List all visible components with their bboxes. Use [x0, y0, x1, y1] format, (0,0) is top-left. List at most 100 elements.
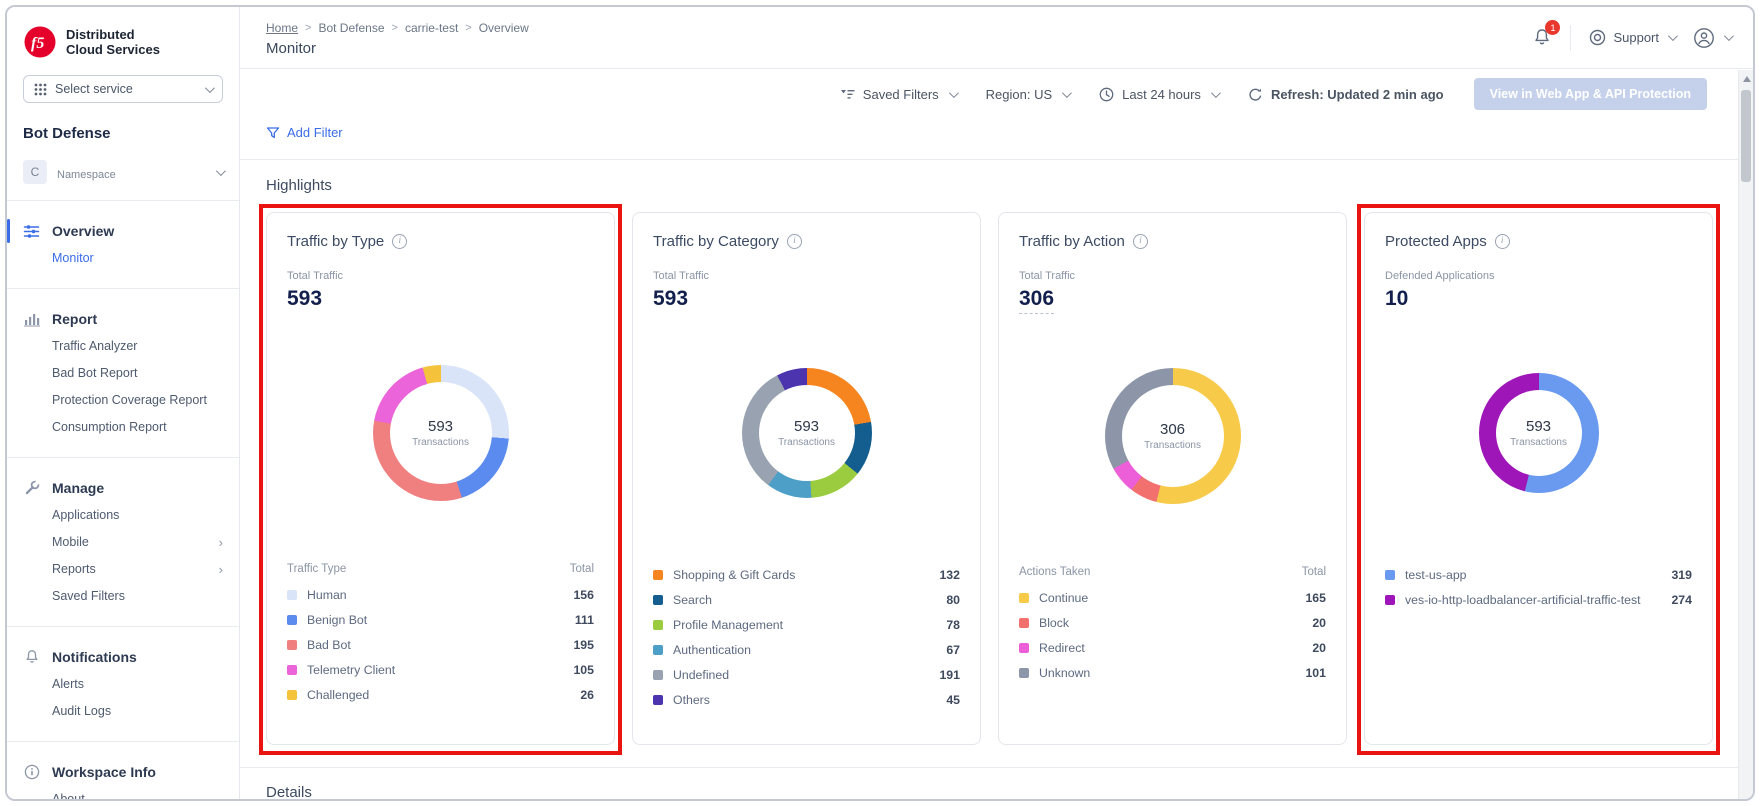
- sidebar-section-label: Manage: [52, 480, 104, 496]
- app-window: f5 Distributed Cloud Services Select ser…: [5, 5, 1755, 801]
- sidebar-section-label: Report: [52, 311, 97, 327]
- highlights-cards: Traffic by TypeiTotal Traffic593593Trans…: [240, 206, 1753, 745]
- legend-row-test-us-app[interactable]: test-us-app319: [1385, 563, 1692, 588]
- region-dropdown[interactable]: Region: US: [986, 87, 1069, 102]
- card-traffic-by-type: Traffic by TypeiTotal Traffic593593Trans…: [266, 212, 615, 745]
- legend-swatch: [1385, 595, 1395, 605]
- support-menu[interactable]: Support: [1589, 29, 1675, 46]
- sidebar-section-notifications[interactable]: Notifications: [7, 643, 239, 671]
- legend-label: Unknown: [1039, 666, 1295, 680]
- clock-icon: [1099, 87, 1114, 102]
- legend-row-others[interactable]: Others45: [653, 688, 960, 713]
- legend-row-profile-management[interactable]: Profile Management78: [653, 613, 960, 638]
- legend-row-undefined[interactable]: Undefined191: [653, 663, 960, 688]
- donut-chart[interactable]: 306Transactions: [1105, 368, 1241, 504]
- sidebar-item-label: Bad Bot Report: [52, 366, 223, 381]
- time-range-label: Last 24 hours: [1122, 87, 1201, 102]
- sidebar-item-about[interactable]: About: [7, 786, 239, 801]
- legend-header-total: Total: [570, 563, 594, 575]
- breadcrumb-item-bot-defense[interactable]: Bot Defense: [318, 21, 384, 35]
- f5-logo-icon: f5: [23, 25, 57, 59]
- refresh-button[interactable]: Refresh: Updated 2 min ago: [1248, 87, 1444, 102]
- breadcrumb-item-carrie-test[interactable]: carrie-test: [405, 21, 458, 35]
- main-area: Home>Bot Defense>carrie-test>Overview Mo…: [240, 7, 1753, 799]
- sidebar-section-overview[interactable]: Overview: [7, 217, 239, 245]
- chevron-down-icon: [1724, 31, 1734, 41]
- saved-filters-dropdown[interactable]: Saved Filters: [840, 87, 956, 102]
- legend-row-benign-bot[interactable]: Benign Bot111: [287, 608, 594, 633]
- sidebar-item-mobile[interactable]: Mobile›: [7, 529, 239, 556]
- sidebar-section-manage[interactable]: Manage: [7, 474, 239, 502]
- legend-value: 78: [946, 618, 960, 632]
- legend-value: 67: [946, 643, 960, 657]
- chevron-down-icon: [1211, 88, 1221, 98]
- breadcrumb-item-overview[interactable]: Overview: [479, 21, 529, 35]
- breadcrumb-item-home[interactable]: Home: [266, 21, 298, 35]
- sidebar-item-protection-coverage-report[interactable]: Protection Coverage Report: [7, 387, 239, 414]
- namespace-selector[interactable]: C Namespace: [23, 160, 223, 184]
- legend-row-bad-bot[interactable]: Bad Bot195: [287, 633, 594, 658]
- scroll-up-arrow-icon[interactable]: [1743, 76, 1751, 82]
- card-body: Traffic by ActioniTotal Traffic306306Tra…: [998, 212, 1347, 745]
- product-title: Bot Defense: [23, 125, 223, 142]
- donut-chart-area: 593Transactions: [1385, 317, 1692, 549]
- legend: Shopping & Gift Cards132Search80Profile …: [653, 563, 960, 713]
- brand-logo[interactable]: f5 Distributed Cloud Services: [7, 21, 239, 71]
- notifications-bell-button[interactable]: 1: [1532, 27, 1552, 48]
- legend-value: 195: [573, 638, 594, 652]
- sliders-icon: [23, 224, 40, 239]
- donut-chart[interactable]: 593Transactions: [1479, 373, 1599, 493]
- sidebar-item-applications[interactable]: Applications: [7, 502, 239, 529]
- account-menu[interactable]: [1693, 27, 1731, 49]
- sidebar-item-consumption-report[interactable]: Consumption Report: [7, 414, 239, 441]
- info-icon[interactable]: i: [787, 234, 802, 249]
- info-icon[interactable]: i: [1495, 234, 1510, 249]
- time-range-dropdown[interactable]: Last 24 hours: [1099, 87, 1218, 102]
- donut-chart[interactable]: 593Transactions: [742, 368, 872, 498]
- legend-row-authentication[interactable]: Authentication67: [653, 638, 960, 663]
- legend-value: 191: [939, 668, 960, 682]
- add-filter-button[interactable]: Add Filter: [266, 125, 343, 140]
- scrollbar-thumb[interactable]: [1741, 90, 1751, 182]
- info-icon[interactable]: i: [392, 234, 407, 249]
- legend-row-challenged[interactable]: Challenged26: [287, 683, 594, 708]
- legend-row-search[interactable]: Search80: [653, 588, 960, 613]
- chevron-down-icon: [216, 166, 226, 176]
- sidebar-item-traffic-analyzer[interactable]: Traffic Analyzer: [7, 333, 239, 360]
- legend-swatch: [287, 665, 297, 675]
- chevron-down-icon: [205, 83, 215, 93]
- donut-center-value: 306: [1160, 421, 1185, 438]
- legend-row-ves-io-http-loadbalancer-artificial-traffic-test[interactable]: ves-io-http-loadbalancer-artificial-traf…: [1385, 588, 1692, 613]
- bell-icon: [23, 649, 40, 665]
- svg-text:f5: f5: [31, 35, 44, 52]
- donut-chart[interactable]: 593Transactions: [373, 365, 509, 501]
- legend-row-continue[interactable]: Continue165: [1019, 586, 1326, 611]
- legend-header-total: Total: [1302, 566, 1326, 578]
- sidebar-item-saved-filters[interactable]: Saved Filters: [7, 583, 239, 610]
- sidebar-item-alerts[interactable]: Alerts: [7, 671, 239, 698]
- info-icon[interactable]: i: [1133, 234, 1148, 249]
- namespace-avatar: C: [23, 160, 47, 184]
- card-body: Protected AppsiDefended Applications1059…: [1364, 212, 1713, 745]
- view-in-waap-button[interactable]: View in Web App & API Protection: [1474, 78, 1707, 110]
- sidebar-item-reports[interactable]: Reports›: [7, 556, 239, 583]
- sidebar-item-label: Protection Coverage Report: [52, 393, 223, 408]
- legend-swatch: [1019, 643, 1029, 653]
- sidebar-item-audit-logs[interactable]: Audit Logs: [7, 698, 239, 725]
- legend-row-telemetry-client[interactable]: Telemetry Client105: [287, 658, 594, 683]
- legend-row-unknown[interactable]: Unknown101: [1019, 661, 1326, 686]
- sidebar-section-report[interactable]: Report: [7, 305, 239, 333]
- vertical-scrollbar[interactable]: [1738, 70, 1753, 799]
- legend-row-block[interactable]: Block20: [1019, 611, 1326, 636]
- legend-label: Telemetry Client: [307, 663, 563, 677]
- select-service-dropdown[interactable]: Select service: [23, 75, 223, 103]
- legend-row-human[interactable]: Human156: [287, 583, 594, 608]
- sidebar-item-bad-bot-report[interactable]: Bad Bot Report: [7, 360, 239, 387]
- legend-row-shopping-gift-cards[interactable]: Shopping & Gift Cards132: [653, 563, 960, 588]
- donut-chart-area: 306Transactions: [1019, 320, 1326, 552]
- sidebar-item-monitor[interactable]: Monitor: [7, 245, 239, 272]
- legend-value: 20: [1312, 616, 1326, 630]
- donut-center-label: Transactions: [778, 437, 835, 448]
- legend-row-redirect[interactable]: Redirect20: [1019, 636, 1326, 661]
- sidebar-section-workspace-info[interactable]: Workspace Info: [7, 758, 239, 786]
